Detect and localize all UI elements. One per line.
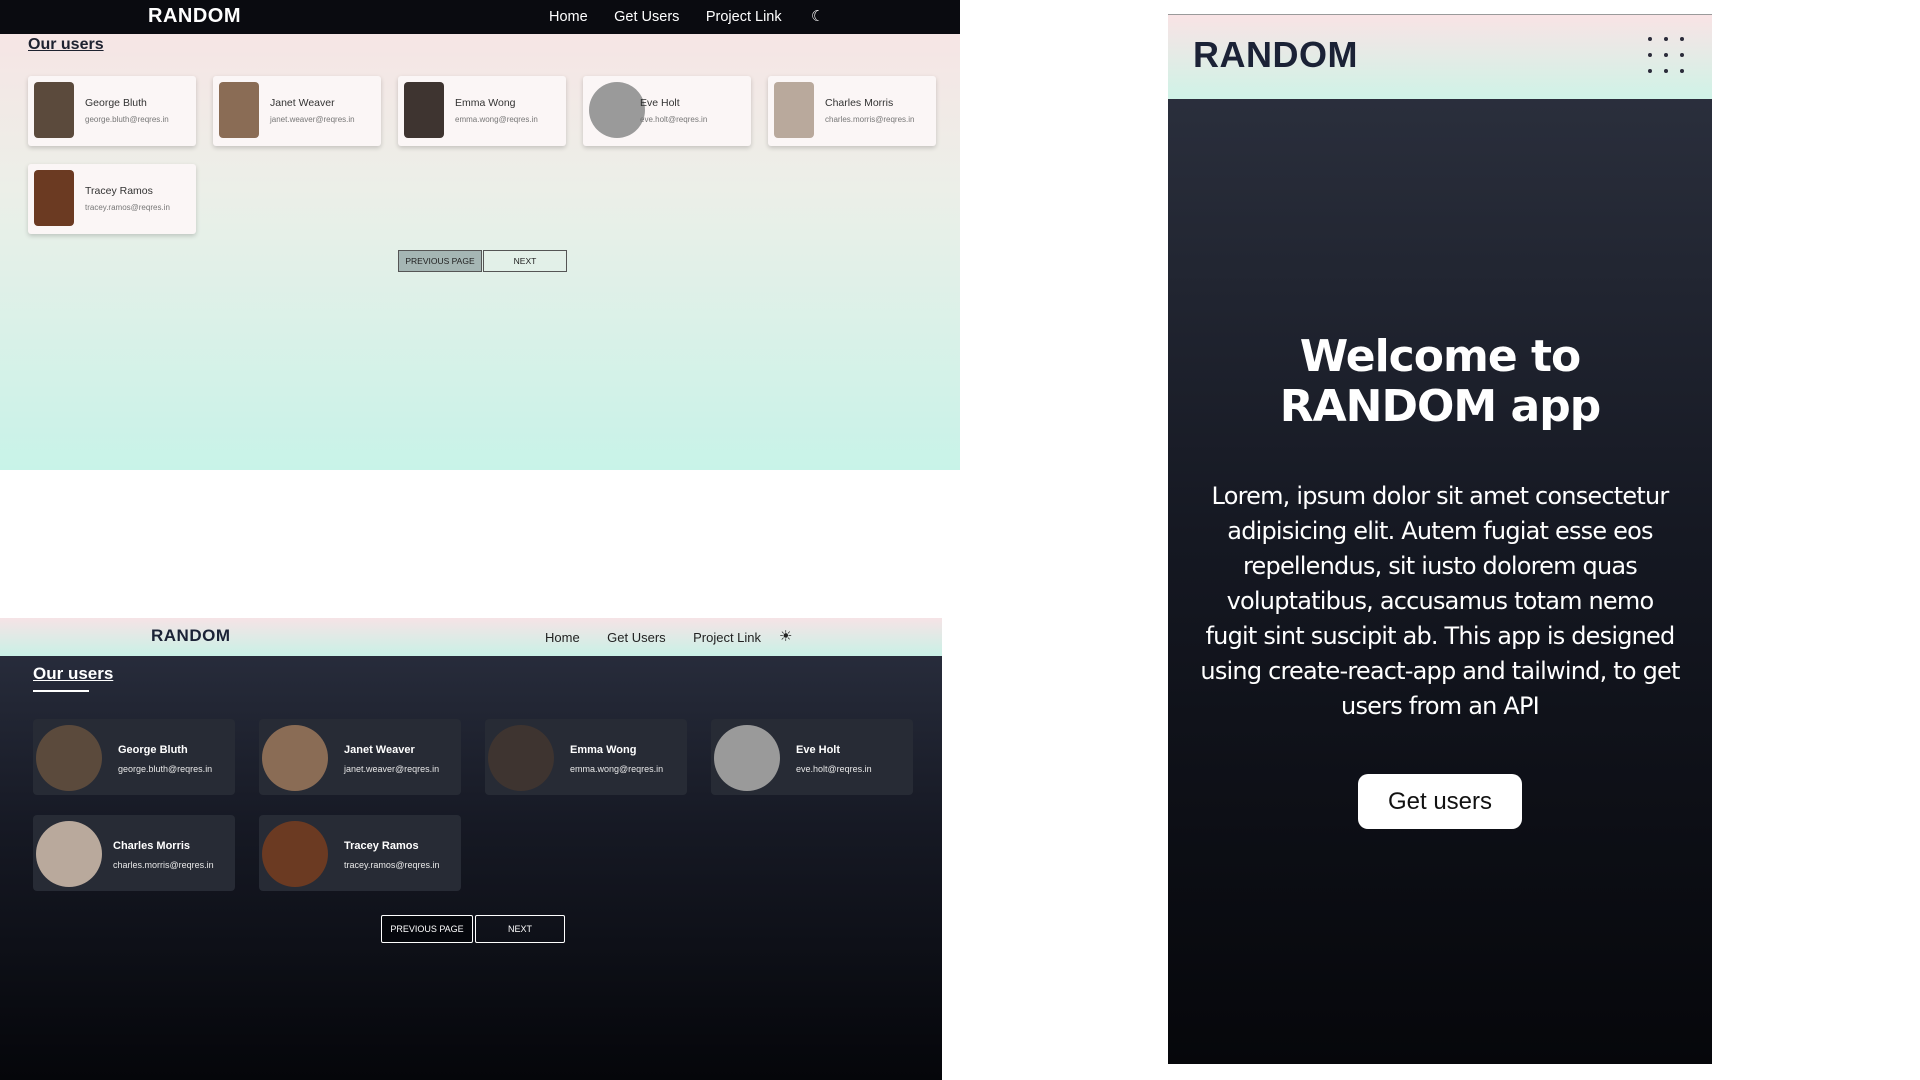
user-card[interactable]: Charles Morris charles.morris@reqres.in (33, 815, 235, 891)
light-theme-desktop-view: RANDOM Home Get Users Project Link ☾ Our… (0, 0, 960, 470)
mobile-navbar: RANDOM (1168, 14, 1712, 99)
user-card[interactable]: Janet Weaver janet.weaver@reqres.in (259, 719, 461, 795)
user-card[interactable]: Tracey Ramos tracey.ramos@reqres.in (259, 815, 461, 891)
avatar (262, 821, 328, 887)
avatar (589, 82, 645, 138)
nav-links: Home Get Users Project Link (549, 8, 804, 26)
title-underline (33, 690, 89, 692)
previous-page-button[interactable]: PREVIOUS PAGE (398, 250, 482, 272)
user-card[interactable]: Emma Wong emma.wong@reqres.in (398, 76, 566, 146)
navbar: RANDOM Home Get Users Project Link ☾ (0, 0, 960, 34)
dark-theme-desktop-view: RANDOM Home Get Users Project Link ☀ Our… (0, 618, 942, 1080)
brand-logo[interactable]: RANDOM (151, 626, 231, 646)
next-page-button[interactable]: NEXT (475, 915, 565, 943)
avatar (404, 82, 444, 138)
get-users-button[interactable]: Get users (1358, 774, 1522, 829)
nav-get-users-link[interactable]: Get Users (607, 630, 666, 645)
user-name: Janet Weaver (270, 97, 335, 109)
brand-logo[interactable]: RANDOM (1193, 34, 1358, 76)
user-email: charles.morris@reqres.in (113, 860, 214, 870)
user-email: charles.morris@reqres.in (825, 115, 915, 124)
avatar (774, 82, 814, 138)
user-name: Charles Morris (113, 840, 191, 852)
welcome-heading: Welcome to RANDOM app (1279, 331, 1601, 432)
nav-links: Home Get Users Project Link (545, 629, 784, 647)
user-email: emma.wong@reqres.in (570, 764, 664, 774)
brand-logo[interactable]: RANDOM (148, 5, 241, 28)
avatar (36, 725, 102, 791)
user-name: Eve Holt (640, 97, 680, 109)
avatar (714, 725, 780, 791)
user-name: George Bluth (85, 97, 147, 109)
user-name: Charles Morris (825, 97, 894, 109)
sun-icon[interactable]: ☀ (779, 627, 792, 645)
user-name: Tracey Ramos (85, 185, 153, 197)
user-card[interactable]: Tracey Ramos tracey.ramos@reqres.in (28, 164, 196, 234)
avatar (488, 725, 554, 791)
nav-home-link[interactable]: Home (549, 9, 588, 25)
user-card[interactable]: George Bluth george.bluth@reqres.in (28, 76, 196, 146)
avatar (262, 725, 328, 791)
user-email: janet.weaver@reqres.in (270, 115, 355, 124)
pagination: PREVIOUS PAGE NEXT (381, 915, 565, 943)
user-card[interactable]: Charles Morris charles.morris@reqres.in (768, 76, 936, 146)
user-email: george.bluth@reqres.in (118, 764, 213, 774)
user-card[interactable]: Eve Holt eve.holt@reqres.in (711, 719, 913, 795)
user-email: tracey.ramos@reqres.in (344, 860, 440, 870)
page-title: Our users (33, 664, 114, 683)
user-name: Tracey Ramos (344, 840, 419, 852)
user-name: Eve Holt (796, 744, 841, 756)
user-email: janet.weaver@reqres.in (344, 764, 440, 774)
avatar (219, 82, 259, 138)
avatar (34, 170, 74, 226)
nav-get-users-link[interactable]: Get Users (614, 9, 679, 25)
previous-page-button[interactable]: PREVIOUS PAGE (381, 915, 473, 943)
user-name: Janet Weaver (344, 744, 415, 756)
user-card[interactable]: Emma Wong emma.wong@reqres.in (485, 719, 687, 795)
user-email: emma.wong@reqres.in (455, 115, 538, 124)
user-card[interactable]: Janet Weaver janet.weaver@reqres.in (213, 76, 381, 146)
page-title: Our users (28, 36, 104, 53)
user-email: eve.holt@reqres.in (640, 115, 708, 124)
user-name: Emma Wong (455, 97, 516, 109)
user-card[interactable]: Eve Holt eve.holt@reqres.in (583, 76, 751, 146)
welcome-description: Lorem, ipsum dolor sit amet consectetur … (1200, 482, 1680, 720)
nav-project-link[interactable]: Project Link (693, 630, 761, 645)
user-name: George Bluth (118, 744, 188, 756)
user-email: eve.holt@reqres.in (796, 764, 872, 774)
user-email: tracey.ramos@reqres.in (85, 203, 170, 212)
nav-home-link[interactable]: Home (545, 630, 580, 645)
nav-project-link[interactable]: Project Link (706, 9, 782, 25)
moon-icon[interactable]: ☾ (811, 7, 824, 25)
dots-grid-icon[interactable] (1648, 37, 1688, 77)
user-name: Emma Wong (570, 744, 637, 756)
next-page-button[interactable]: NEXT (483, 250, 567, 272)
user-email: george.bluth@reqres.in (85, 115, 169, 124)
mobile-home-view: RANDOM Welcome to RANDOM app Lorem, ipsu… (1168, 14, 1712, 1064)
pagination: PREVIOUS PAGE NEXT (398, 250, 567, 272)
navbar: RANDOM Home Get Users Project Link ☀ (0, 618, 942, 656)
avatar (34, 82, 74, 138)
avatar (36, 821, 102, 887)
user-card[interactable]: George Bluth george.bluth@reqres.in (33, 719, 235, 795)
